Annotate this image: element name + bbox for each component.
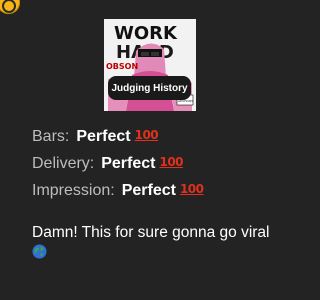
rating-label: Bars: xyxy=(32,127,70,145)
judging-history-button[interactable]: Judging History xyxy=(108,76,191,100)
hundred-points-icon: 100 xyxy=(179,181,204,196)
review-comment: Damn! This for sure gonna go viral xyxy=(32,223,282,263)
hundred-points-icon: 100 xyxy=(159,154,184,169)
hundred-points-icon: 100 xyxy=(134,127,159,142)
app-badge-icon[interactable] xyxy=(0,0,20,14)
cover-art-title: WORK xyxy=(114,23,178,44)
rating-row-delivery: Delivery: Perfect 100 xyxy=(32,150,292,177)
rating-value: Perfect xyxy=(76,127,131,145)
rating-label: Delivery: xyxy=(32,154,95,172)
rating-value: Perfect xyxy=(101,154,156,172)
rating-label: Impression: xyxy=(32,181,115,199)
rating-row-bars: Bars: Perfect 100 xyxy=(32,123,292,150)
globe-icon xyxy=(32,244,47,259)
badge-glyph xyxy=(1,0,16,13)
rating-row-impression: Impression: Perfect 100 xyxy=(32,177,292,204)
ratings-list: Bars: Perfect 100 Delivery: Perfect 100 … xyxy=(32,123,292,204)
app-screen: WORK HARD OBSON ADVISORY Judging History… xyxy=(0,0,300,300)
cover-art-artist: OBSON xyxy=(106,62,138,71)
comment-text: Damn! This for sure gonna go viral xyxy=(32,224,270,241)
rating-value: Perfect xyxy=(121,181,176,199)
